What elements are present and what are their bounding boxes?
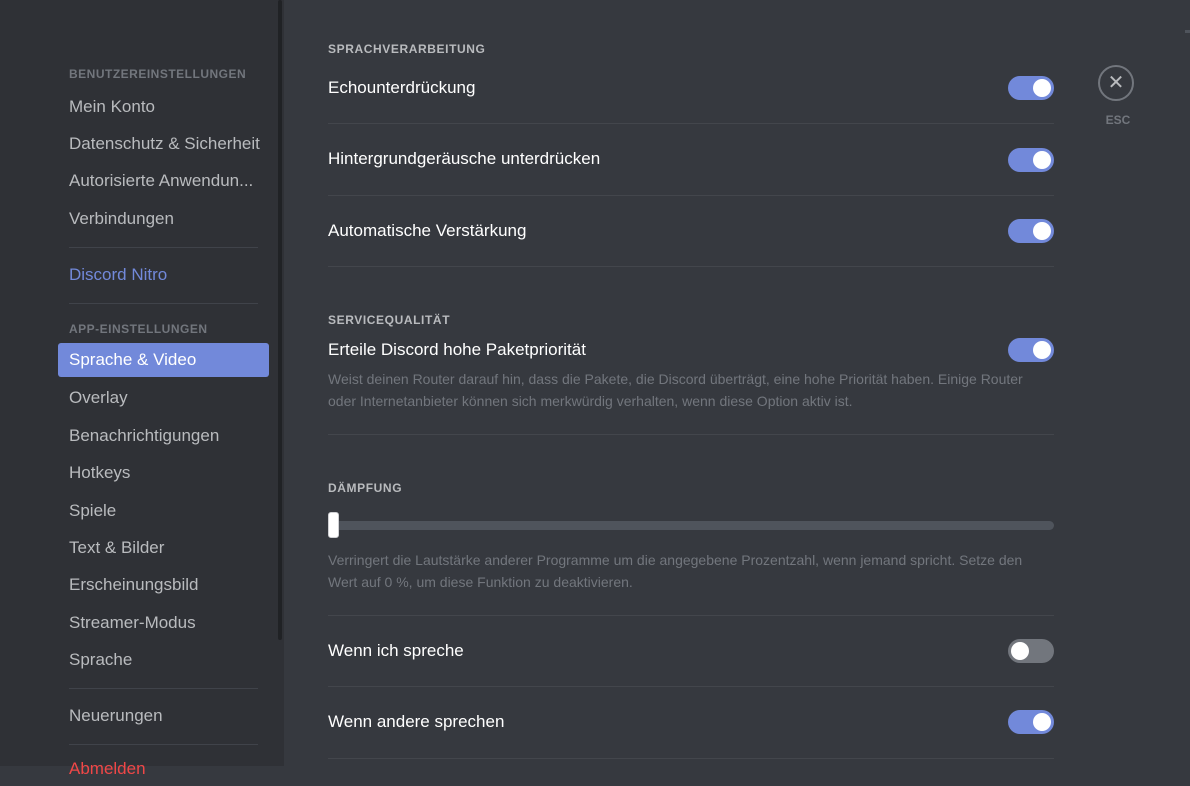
sidebar-scrollbar[interactable] — [278, 0, 282, 640]
sidebar-item-voice-video[interactable]: Sprache & Video — [58, 343, 269, 377]
qos-toggle[interactable] — [1008, 338, 1054, 362]
close-button[interactable]: ✕ — [1098, 65, 1134, 101]
qos-title: SERVICEQUALITÄT — [328, 313, 451, 327]
toggle-knob — [1033, 151, 1051, 169]
sidebar-item-language[interactable]: Sprache — [58, 643, 269, 677]
auto-gain-label: Automatische Verstärkung — [328, 221, 527, 240]
divider — [328, 615, 1054, 616]
when-i-speak-toggle[interactable] — [1008, 639, 1054, 663]
sidebar-divider — [69, 303, 258, 304]
noise-suppression-toggle[interactable] — [1008, 148, 1054, 172]
divider — [328, 123, 1054, 124]
toggle-knob — [1011, 642, 1029, 660]
divider — [328, 434, 1054, 435]
echo-cancellation-toggle[interactable] — [1008, 76, 1054, 100]
attenuation-description: Verringert die Lautstärke anderer Progra… — [328, 552, 1023, 590]
settings-sidebar: BENUTZEREINSTELLUNGEN Mein Konto Datensc… — [0, 0, 284, 778]
sidebar-item-notifications[interactable]: Benachrichtigungen — [58, 419, 269, 453]
divider — [328, 686, 1054, 687]
sidebar-item-privacy-safety[interactable]: Datenschutz & Sicherheit — [58, 127, 269, 161]
divider — [328, 195, 1054, 196]
sidebar-divider — [69, 247, 258, 248]
toggle-knob — [1033, 79, 1051, 97]
echo-cancellation-label: Echounterdrückung — [328, 78, 476, 97]
sidebar-item-overlay[interactable]: Overlay — [58, 381, 269, 415]
voice-processing-title: SPRACHVERARBEITUNG — [328, 42, 486, 56]
sidebar-item-keybinds[interactable]: Hotkeys — [58, 456, 269, 490]
when-others-speak-toggle[interactable] — [1008, 710, 1054, 734]
auto-gain-toggle[interactable] — [1008, 219, 1054, 243]
close-icon: ✕ — [1107, 72, 1125, 94]
when-others-speak-label: Wenn andere sprechen — [328, 712, 505, 731]
sidebar-item-my-account[interactable]: Mein Konto — [58, 90, 269, 124]
qos-label: Erteile Discord hohe Paketpriorität — [328, 340, 586, 359]
sidebar-item-appearance[interactable]: Erscheinungsbild — [58, 568, 269, 602]
sidebar-item-connections[interactable]: Verbindungen — [58, 202, 269, 236]
sidebar-item-logout[interactable]: Abmelden — [58, 752, 269, 786]
app-settings-header: APP-EINSTELLUNGEN — [69, 322, 208, 336]
sidebar-item-streamer-mode[interactable]: Streamer-Modus — [58, 606, 269, 640]
attenuation-slider-track[interactable] — [328, 521, 1054, 530]
sidebar-item-text-images[interactable]: Text & Bilder — [58, 531, 269, 565]
when-i-speak-label: Wenn ich spreche — [328, 641, 464, 660]
divider — [328, 758, 1054, 759]
sidebar-item-authorized-apps[interactable]: Autorisierte Anwendun... — [58, 164, 269, 198]
window-edge-mark — [1185, 30, 1190, 33]
sidebar-item-changelog[interactable]: Neuerungen — [58, 699, 269, 733]
sidebar-item-games[interactable]: Spiele — [58, 494, 269, 528]
esc-label: ESC — [1105, 113, 1131, 127]
sidebar-item-nitro[interactable]: Discord Nitro — [58, 258, 269, 292]
qos-description: Weist deinen Router darauf hin, dass die… — [328, 371, 1023, 409]
toggle-knob — [1033, 713, 1051, 731]
user-settings-header: BENUTZEREINSTELLUNGEN — [69, 67, 247, 81]
attenuation-title: DÄMPFUNG — [328, 481, 403, 495]
toggle-knob — [1033, 341, 1051, 359]
divider — [328, 266, 1054, 267]
sidebar-divider — [69, 744, 258, 745]
sidebar-divider — [69, 688, 258, 689]
toggle-knob — [1033, 222, 1051, 240]
noise-suppression-label: Hintergrundgeräusche unterdrücken — [328, 149, 601, 168]
attenuation-slider-handle[interactable] — [328, 512, 339, 538]
